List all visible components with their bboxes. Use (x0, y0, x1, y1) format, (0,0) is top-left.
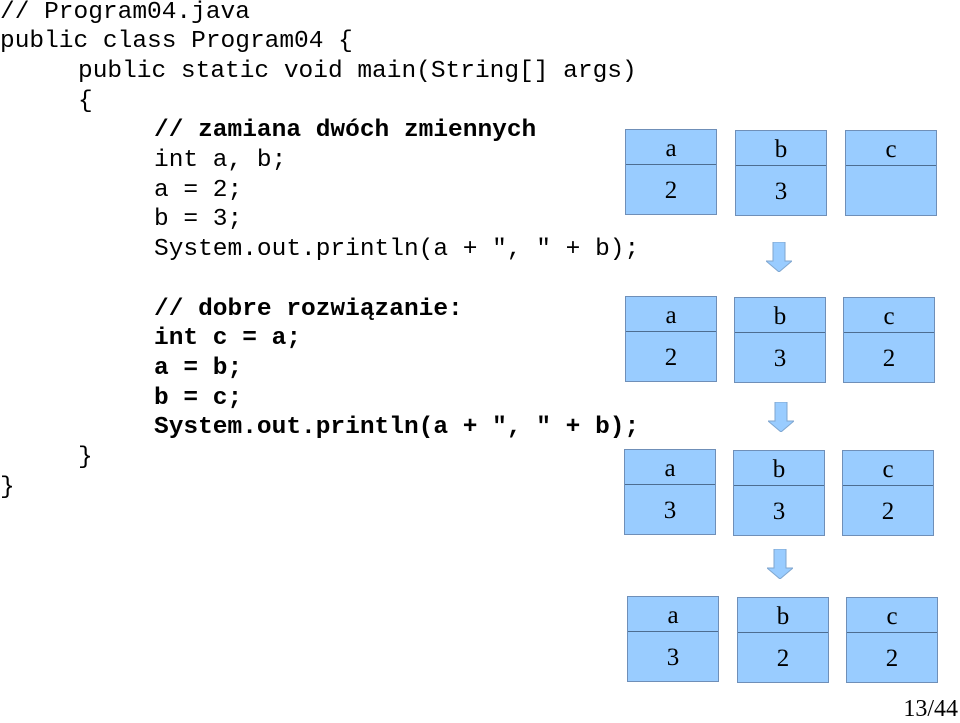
variable-name: b (736, 131, 826, 166)
code-listing: // Program04.java public class Program04… (0, 0, 639, 503)
variable-value: 2 (881, 498, 895, 525)
variable-value: 3 (774, 178, 788, 205)
code-comment: // zamiana dwóch zmiennych (154, 117, 537, 144)
code-line: int c = a; (154, 325, 302, 352)
code-line: System.out.println(a + ", " + b); (154, 414, 640, 441)
variable-box-b: b 3 (733, 450, 825, 536)
code-line: a = b; (154, 355, 243, 382)
variable-box-c: c 2 (843, 297, 935, 383)
variable-name: c (844, 298, 934, 333)
code-line: { (78, 88, 93, 115)
code-line: public static void main(String[] args) (78, 58, 637, 85)
variable-box-b: b 3 (734, 297, 826, 383)
variable-value: 2 (776, 645, 790, 672)
variable-box-c: c 2 (842, 450, 934, 536)
variable-value: 2 (882, 345, 896, 372)
variable-name: a (625, 450, 715, 485)
code-line: b = 3; (154, 206, 243, 233)
code-line: } (78, 444, 93, 471)
variable-box-a: a 3 (627, 596, 719, 682)
variable-value: 3 (666, 644, 680, 671)
arrow-down-icon (767, 549, 793, 579)
variable-name: c (843, 451, 933, 486)
variable-box-c: c (845, 130, 937, 216)
variable-name: b (735, 298, 825, 333)
variable-value (846, 166, 936, 216)
code-line: // Program04.java (0, 0, 250, 26)
code-line: b = c; (154, 385, 243, 412)
variable-box-c: c 2 (846, 597, 938, 683)
variable-name: c (847, 598, 937, 633)
variable-value: 3 (663, 497, 677, 524)
variable-value: 3 (772, 498, 786, 525)
code-comment: // dobre rozwiązanie: (154, 296, 463, 323)
page-number: 13/44 (903, 696, 958, 722)
variable-name: c (846, 131, 936, 166)
variable-box-a: a 3 (624, 449, 716, 535)
variable-value: 3 (773, 345, 787, 372)
variable-box-a: a 2 (625, 296, 717, 382)
variable-value: 2 (664, 344, 678, 371)
variable-value: 2 (885, 645, 899, 672)
variable-name: a (626, 297, 716, 332)
variable-name: b (734, 451, 824, 486)
variable-value: 2 (664, 177, 678, 204)
variable-box-b: b 3 (735, 130, 827, 216)
variable-box-a: a 2 (625, 129, 717, 215)
arrow-down-icon (768, 402, 794, 432)
code-line: public class Program04 { (0, 28, 353, 55)
code-line: a = 2; (154, 177, 243, 204)
code-line: } (0, 474, 15, 501)
code-line: int a, b; (154, 147, 287, 174)
code-line: System.out.println(a + ", " + b); (154, 236, 640, 263)
variable-name: a (626, 130, 716, 165)
variable-box-b: b 2 (737, 597, 829, 683)
variable-name: a (628, 597, 718, 632)
variable-name: b (738, 598, 828, 633)
arrow-down-icon (766, 242, 792, 272)
